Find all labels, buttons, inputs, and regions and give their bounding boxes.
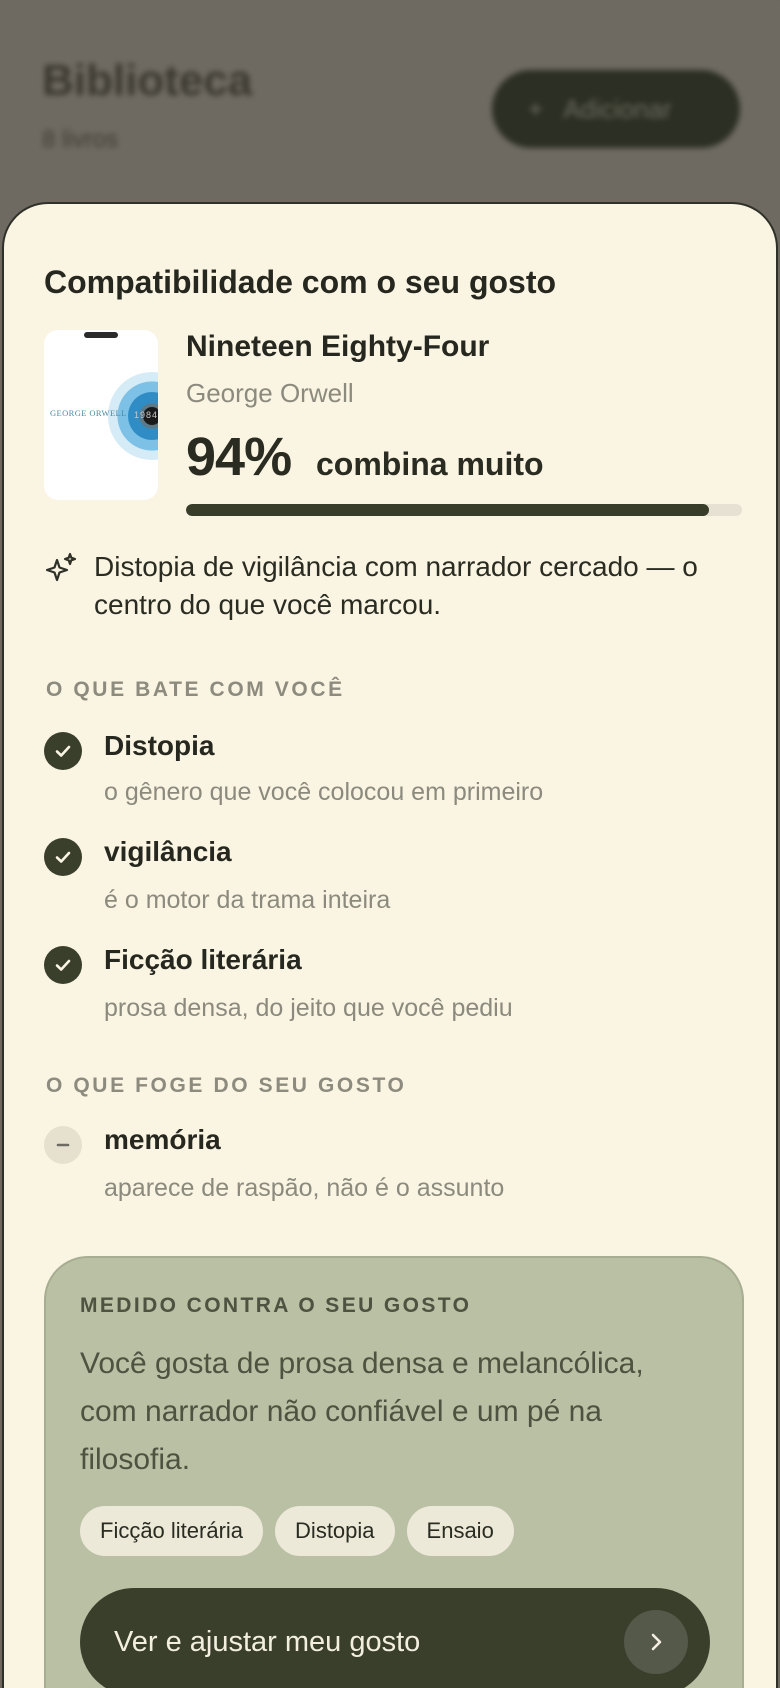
check-icon xyxy=(44,732,82,770)
match-progress-fill xyxy=(186,504,709,516)
taste-card-label: MEDIDO CONTRA O SEU GOSTO xyxy=(80,1294,472,1317)
book-author: George Orwell xyxy=(186,378,354,408)
match-item-subtitle: prosa densa, do jeito que você pediu xyxy=(104,994,513,1022)
mismatches-section-label: O QUE FOGE DO SEU GOSTO xyxy=(46,1074,407,1097)
taste-chip: Ensaio xyxy=(406,1506,514,1556)
taste-chip: Ficção literária xyxy=(80,1506,264,1556)
book-count: 8 livros xyxy=(42,126,119,153)
chevron-right-icon xyxy=(624,1610,688,1674)
match-item-title: Ficção literária xyxy=(104,944,302,975)
cover-year-text: 1984 xyxy=(134,410,158,420)
page-title: Biblioteca xyxy=(42,56,253,105)
match-label: combina muito xyxy=(316,446,544,482)
taste-chips: Ficção literária Distopia Ensaio xyxy=(80,1506,514,1556)
match-item-subtitle: é o motor da trama inteira xyxy=(104,886,391,914)
match-item-title: vigilância xyxy=(104,836,232,867)
match-item-title: Distopia xyxy=(104,730,215,761)
add-button-label: Adicionar xyxy=(563,93,672,124)
cover-publisher-mark xyxy=(84,332,118,338)
adjust-taste-label: Ver e ajustar meu gosto xyxy=(114,1625,421,1658)
match-item-subtitle: o gênero que você colocou em primeiro xyxy=(104,778,544,806)
adjust-taste-button[interactable]: Ver e ajustar meu gosto xyxy=(80,1588,710,1688)
compatibility-sheet: Compatibilidade com o seu gosto GEORGE O… xyxy=(2,202,778,1688)
insight-text: Distopia de vigilância com narrador cerc… xyxy=(94,551,698,620)
plus-icon: + xyxy=(528,93,544,124)
sheet-title: Compatibilidade com o seu gosto xyxy=(44,264,557,300)
check-icon xyxy=(44,946,82,984)
check-icon xyxy=(44,838,82,876)
mismatch-item-subtitle: aparece de raspão, não é o assunto xyxy=(104,1174,505,1202)
sparkle-icon xyxy=(45,552,77,582)
taste-card: MEDIDO CONTRA O SEU GOSTO Você gosta de … xyxy=(44,1256,744,1688)
book-title: Nineteen Eighty-Four xyxy=(186,330,490,363)
taste-description: Você gosta de prosa densa e melancólica,… xyxy=(80,1347,644,1476)
matches-section-label: O QUE BATE COM VOCÊ xyxy=(46,678,345,701)
mismatch-item-title: memória xyxy=(104,1124,221,1155)
match-percent: 94% xyxy=(186,427,292,487)
match-progress-bar xyxy=(186,504,742,516)
add-book-button: + Adicionar xyxy=(492,70,740,148)
taste-chip: Distopia xyxy=(275,1506,395,1556)
minus-icon xyxy=(44,1126,82,1164)
book-cover: GEORGE ORWELL 1984 xyxy=(44,330,158,500)
cover-author-text: GEORGE ORWELL xyxy=(50,408,127,418)
